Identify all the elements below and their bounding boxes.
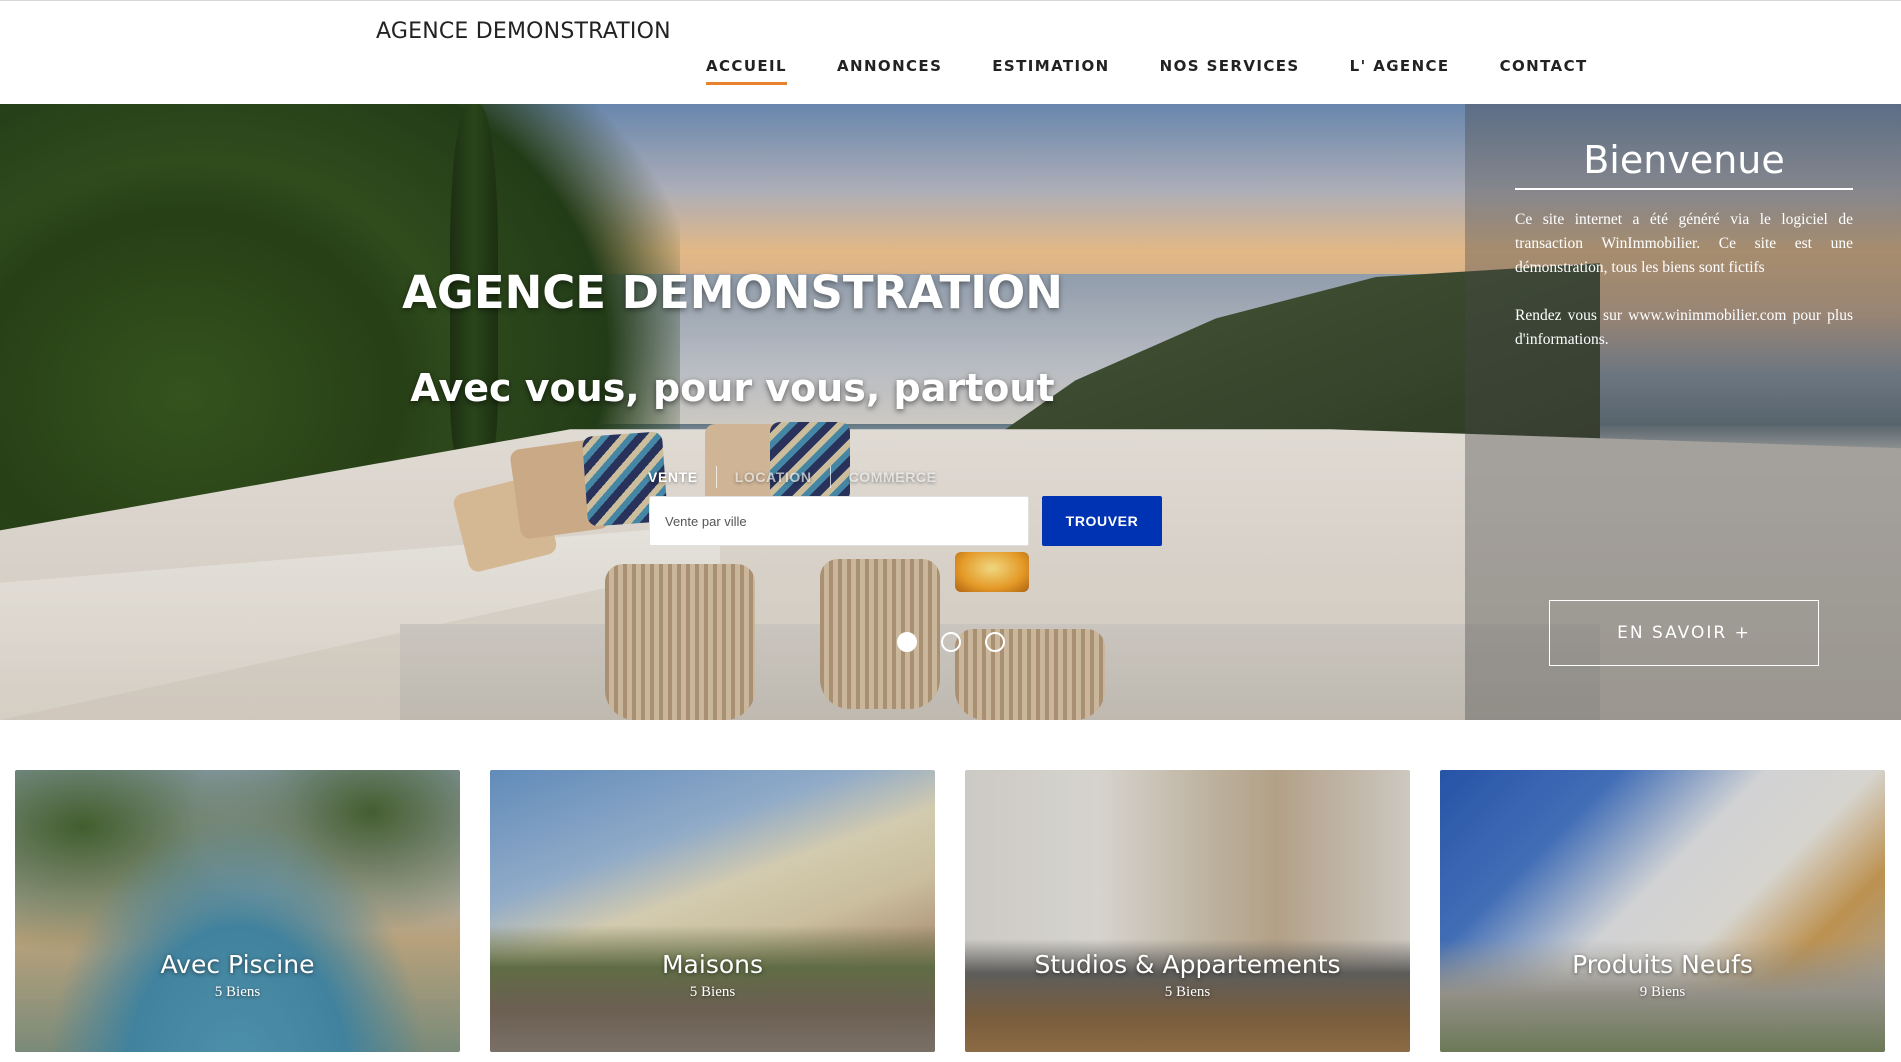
category-title: Produits Neufs	[1572, 950, 1753, 979]
search-type-tabs: VENTE LOCATION COMMERCE	[648, 466, 955, 488]
tab-location[interactable]: LOCATION	[717, 469, 830, 485]
nav-item-estimation[interactable]: ESTIMATION	[992, 57, 1109, 85]
hero-slider: AGENCE DEMONSTRATION Avec vous, pour vou…	[0, 104, 1901, 720]
tab-vente[interactable]: VENTE	[648, 469, 716, 485]
category-title: Studios & Appartements	[1034, 950, 1341, 979]
site-logo[interactable]: AGENCE DEMONSTRATION	[376, 19, 671, 44]
tab-commerce[interactable]: COMMERCE	[831, 469, 955, 485]
nav-item-annonces[interactable]: ANNONCES	[837, 57, 942, 85]
category-title: Avec Piscine	[160, 950, 315, 979]
welcome-panel: Bienvenue Ce site internet a été généré …	[1465, 104, 1901, 720]
welcome-paragraph-2: Rendez vous sur www.winimmobilier.com po…	[1515, 307, 1853, 348]
welcome-title: Bienvenue	[1515, 138, 1853, 190]
nav-item-l-agence[interactable]: L' AGENCE	[1350, 57, 1450, 85]
category-card-new-builds[interactable]: Produits Neufs 9 Biens	[1440, 770, 1885, 1052]
hero-title: AGENCE DEMONSTRATION	[402, 266, 1063, 319]
slider-dot-2[interactable]	[941, 632, 961, 652]
nav-item-contact[interactable]: CONTACT	[1500, 57, 1588, 85]
category-count: 9 Biens	[1639, 984, 1686, 1000]
category-grid: Avec Piscine 5 Biens Maisons 5 Biens Stu…	[15, 770, 1887, 1052]
welcome-text: Ce site internet a été généré via le log…	[1515, 208, 1853, 352]
category-count: 5 Biens	[1164, 984, 1211, 1000]
nav-item-accueil[interactable]: ACCUEIL	[706, 57, 787, 85]
slider-pagination	[897, 632, 1005, 652]
category-card-houses[interactable]: Maisons 5 Biens	[490, 770, 935, 1052]
category-count: 5 Biens	[689, 984, 736, 1000]
category-title: Maisons	[661, 950, 764, 979]
slider-dot-1[interactable]	[897, 632, 917, 652]
hero-subtitle: Avec vous, pour vous, partout	[410, 366, 1055, 410]
learn-more-button[interactable]: EN SAVOIR +	[1549, 600, 1819, 666]
nav-item-nos-services[interactable]: NOS SERVICES	[1160, 57, 1300, 85]
welcome-paragraph-1: Ce site internet a été généré via le log…	[1515, 211, 1853, 276]
category-card-apartments[interactable]: Studios & Appartements 5 Biens	[965, 770, 1410, 1052]
category-count: 5 Biens	[214, 984, 261, 1000]
slider-dot-3[interactable]	[985, 632, 1005, 652]
site-header: AGENCE DEMONSTRATION ACCUEIL ANNONCES ES…	[0, 0, 1901, 104]
main-nav: ACCUEIL ANNONCES ESTIMATION NOS SERVICES…	[706, 57, 1638, 85]
city-search-input[interactable]	[649, 496, 1029, 546]
category-card-pool[interactable]: Avec Piscine 5 Biens	[15, 770, 460, 1052]
find-button[interactable]: TROUVER	[1042, 496, 1162, 546]
